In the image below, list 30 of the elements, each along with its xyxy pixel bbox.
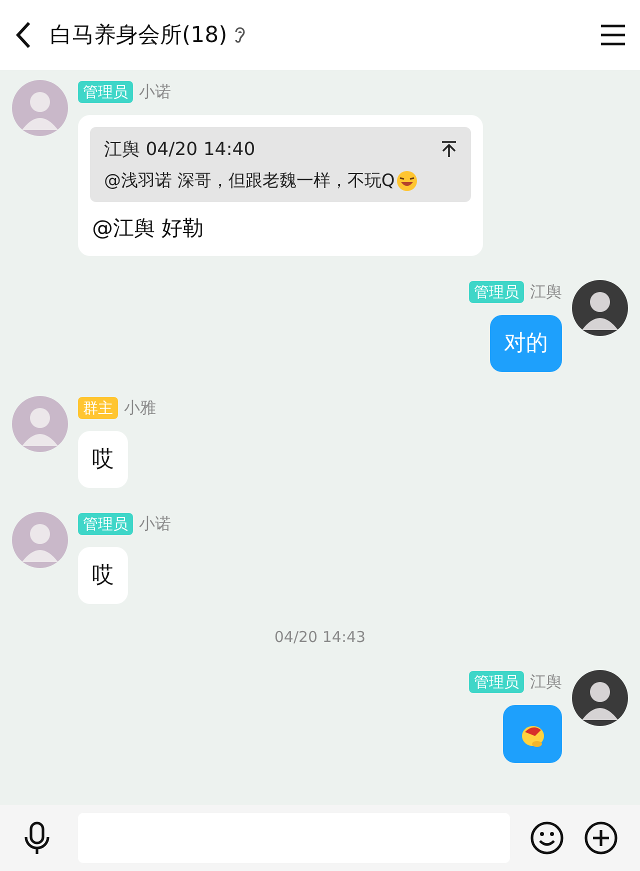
role-badge: 管理员 bbox=[469, 671, 524, 693]
sender-name: 小雅 bbox=[124, 398, 156, 418]
sender-name: 小诺 bbox=[139, 514, 171, 534]
chat-title: 白马养身会所(18) bbox=[50, 22, 228, 50]
menu-icon[interactable] bbox=[600, 24, 626, 46]
message-text: @江舆 好勒 bbox=[91, 215, 205, 242]
emoji-button[interactable] bbox=[530, 821, 564, 855]
quote-header: 江舆 04/20 14:40 bbox=[104, 138, 256, 161]
sender-name: 小诺 bbox=[139, 82, 171, 102]
message-bubble[interactable]: 江舆 04/20 14:40 @浅羽诺 深哥，但跟老魏一样，不玩Q @江舆 好勒 bbox=[78, 115, 483, 256]
role-badge: 管理员 bbox=[469, 281, 524, 303]
back-icon[interactable] bbox=[14, 21, 32, 49]
quoted-message[interactable]: 江舆 04/20 14:40 @浅羽诺 深哥，但跟老魏一样，不玩Q bbox=[90, 127, 471, 202]
avatar[interactable] bbox=[572, 670, 628, 726]
timestamp: 04/20 14:43 bbox=[274, 628, 366, 646]
sender-name: 江舆 bbox=[530, 672, 562, 692]
role-badge: 群主 bbox=[78, 397, 118, 419]
quote-text: @浅羽诺 深哥，但跟老魏一样，不玩Q bbox=[104, 170, 395, 192]
sticker-bubble[interactable] bbox=[503, 705, 562, 763]
message-bubble[interactable]: 哎 bbox=[78, 547, 128, 604]
ear-icon bbox=[233, 25, 248, 45]
laughing-emoji-icon bbox=[394, 170, 419, 192]
avatar[interactable] bbox=[572, 280, 628, 336]
sender-name: 江舆 bbox=[530, 282, 562, 302]
add-button[interactable] bbox=[584, 821, 618, 855]
message-bubble[interactable]: 哎 bbox=[78, 431, 128, 488]
jump-up-icon[interactable] bbox=[441, 140, 457, 158]
microphone-icon[interactable] bbox=[22, 821, 52, 855]
role-badge: 管理员 bbox=[78, 81, 133, 103]
role-badge: 管理员 bbox=[78, 513, 133, 535]
